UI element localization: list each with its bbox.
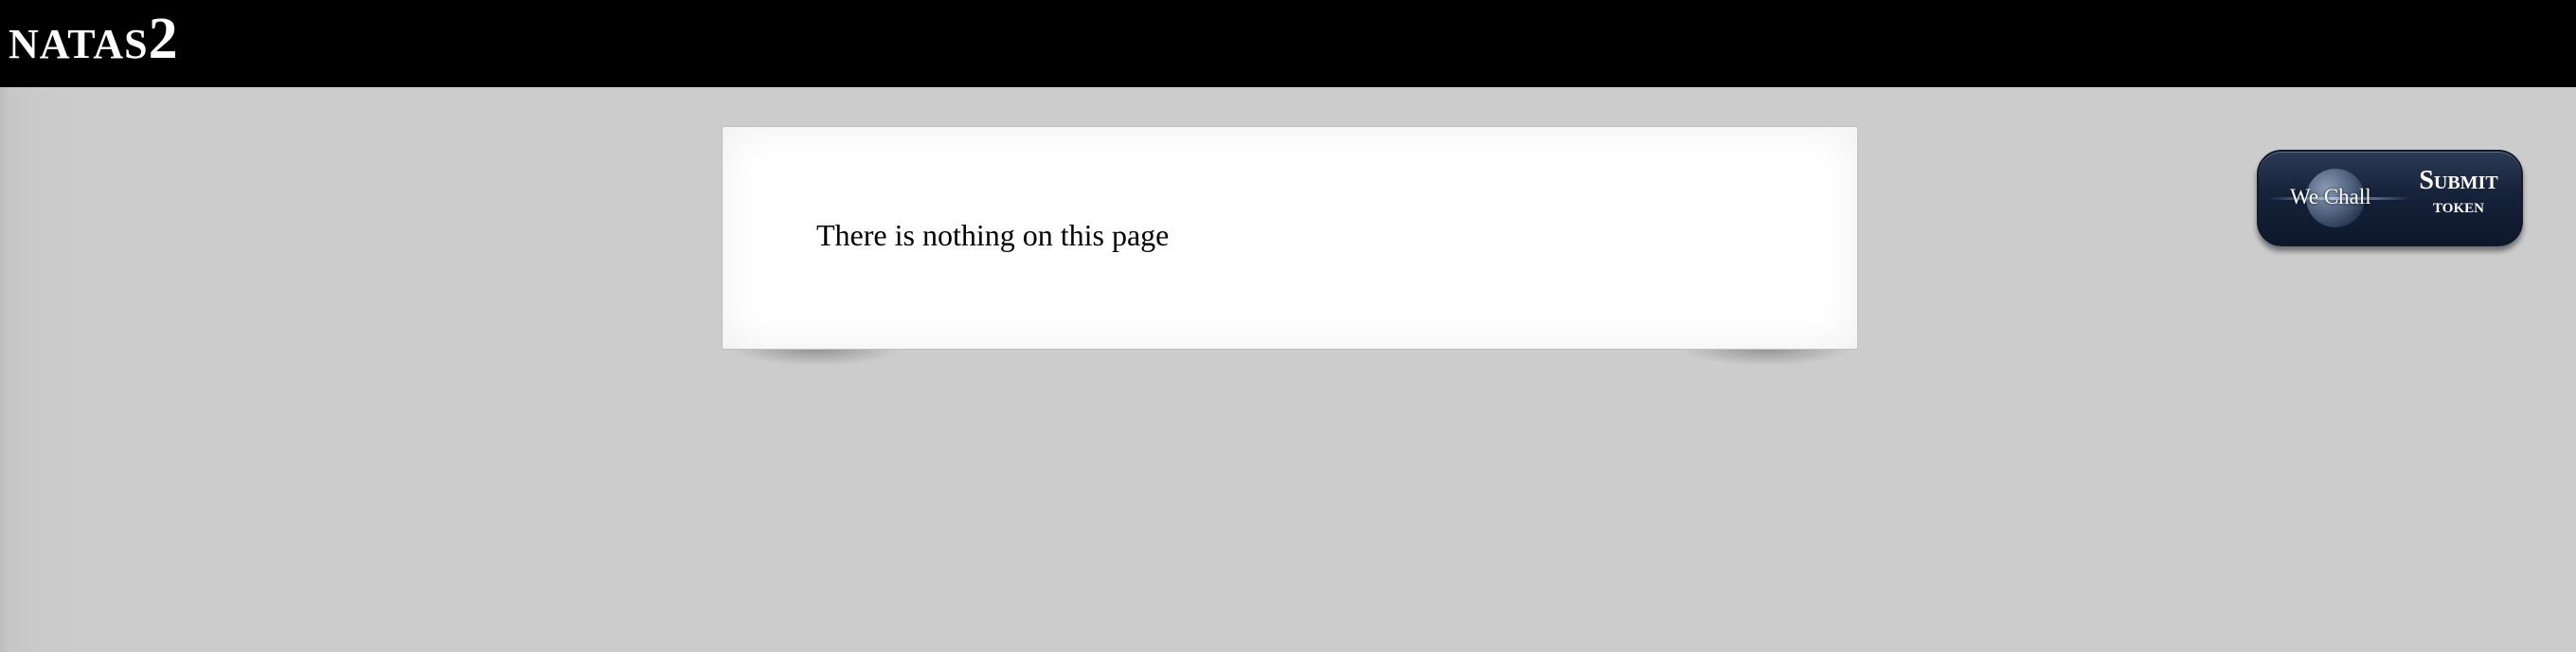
top-header: NATAS2 bbox=[0, 0, 2576, 87]
site-title-name: NATAS bbox=[9, 21, 149, 67]
token-label: token bbox=[2433, 193, 2484, 218]
site-title-level: 2 bbox=[148, 7, 178, 71]
wechall-logo-text: We Chall bbox=[2290, 185, 2371, 208]
submit-token-button[interactable]: We Chall Submit token bbox=[2257, 150, 2523, 246]
page-message: There is nothing on this page bbox=[816, 218, 1170, 252]
card-shadow bbox=[731, 349, 902, 366]
content-card: There is nothing on this page bbox=[722, 126, 1858, 350]
submit-token-label: Submit token bbox=[2402, 166, 2515, 218]
card-shadow bbox=[1681, 349, 1852, 366]
submit-label: Submit bbox=[2419, 166, 2498, 195]
page-edge-shade bbox=[0, 87, 85, 652]
site-title[interactable]: NATAS2 bbox=[9, 9, 178, 68]
